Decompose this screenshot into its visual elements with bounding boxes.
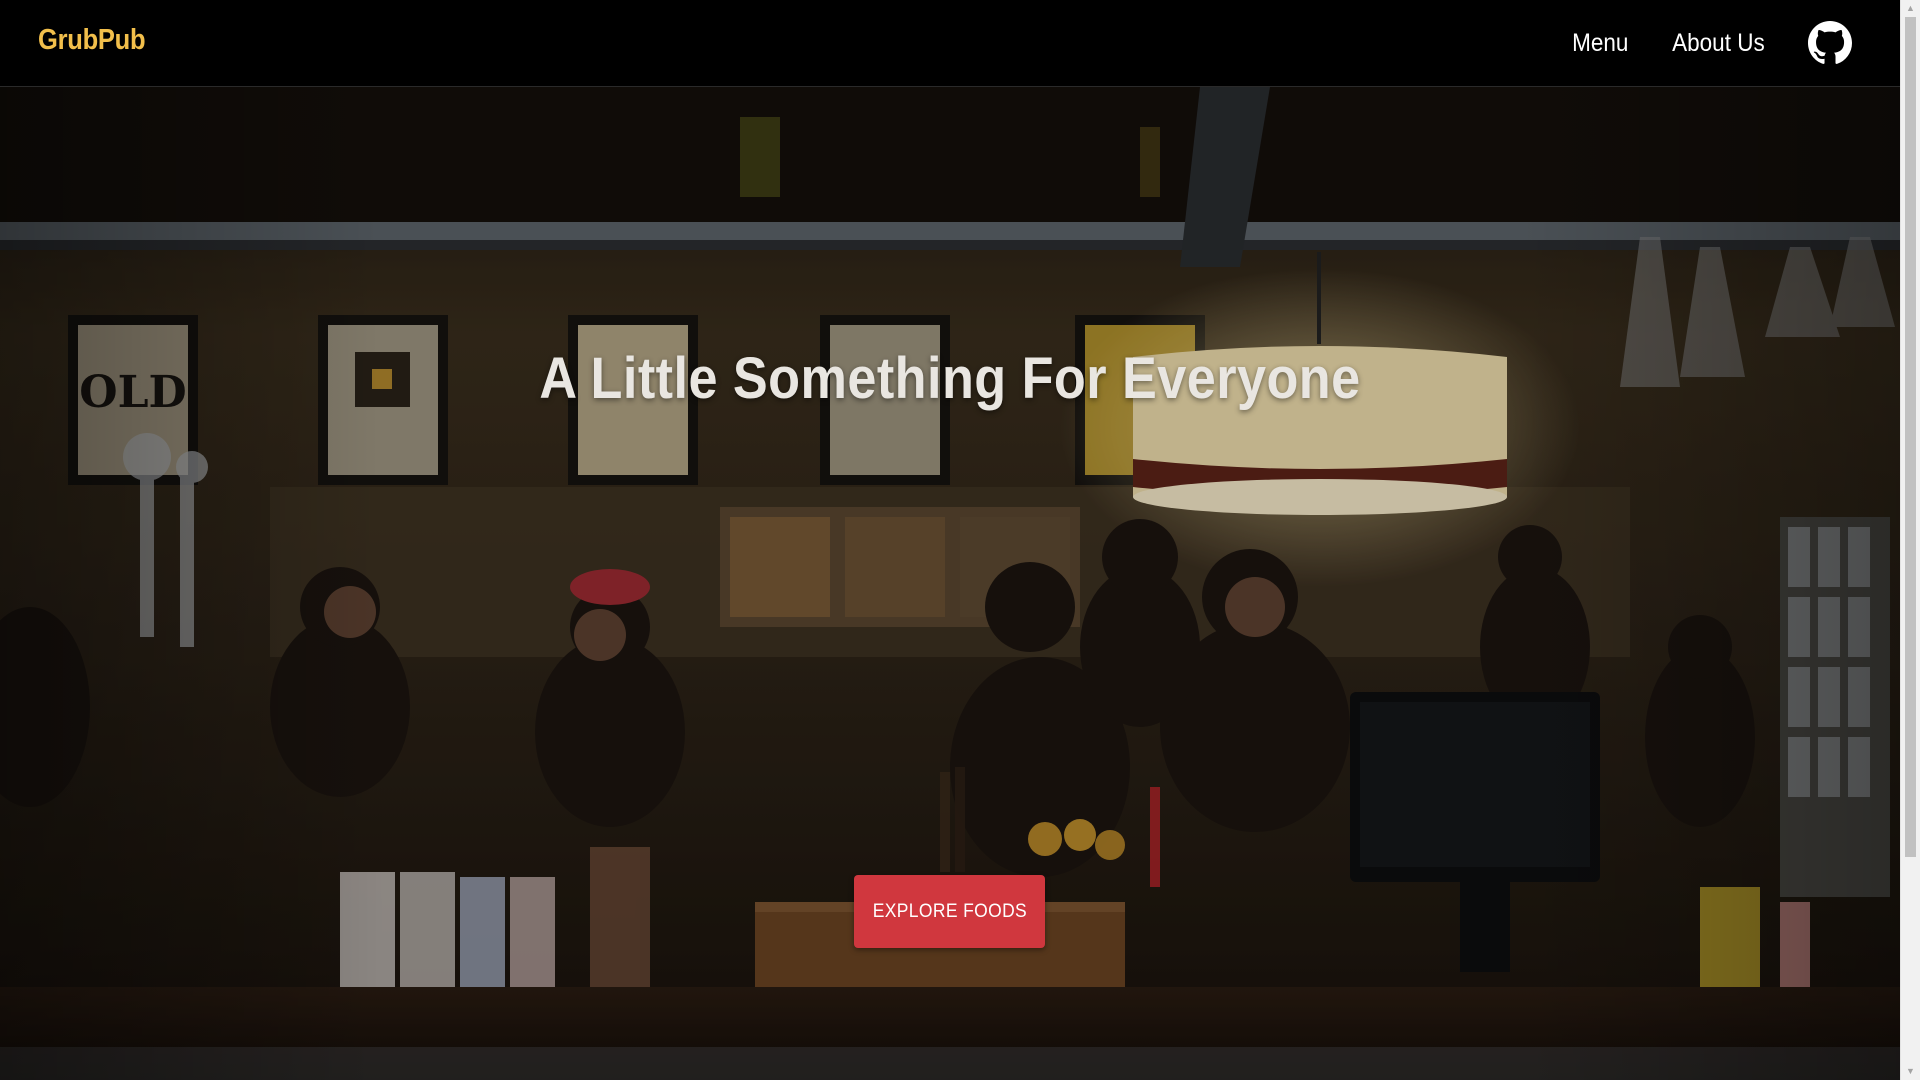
nav-links: Menu About Us [1569, 20, 1852, 66]
nav-link-menu[interactable]: Menu [1572, 29, 1628, 58]
brand-logo[interactable]: GrubPub [38, 24, 146, 57]
vertical-scrollbar[interactable]: ▲ ▼ [1900, 0, 1920, 1080]
scroll-up-arrow[interactable]: ▲ [1901, 0, 1920, 17]
navbar: GrubPub Menu About Us [0, 0, 1900, 87]
nav-link-about-us[interactable]: About Us [1672, 29, 1765, 58]
hero-title: A Little Something For Everyone [539, 346, 1361, 411]
page: GrubPub Menu About Us A Little Something… [0, 0, 1920, 1080]
scroll-down-arrow[interactable]: ▼ [1901, 1063, 1920, 1080]
scrollbar-thumb[interactable] [1905, 17, 1916, 857]
explore-foods-button[interactable]: EXPLORE FOODS [854, 875, 1045, 948]
hero-section: OLD [0, 87, 1900, 1080]
explore-foods-label: EXPLORE FOODS [872, 900, 1027, 922]
github-icon [1808, 21, 1852, 64]
github-link[interactable] [1806, 21, 1852, 65]
